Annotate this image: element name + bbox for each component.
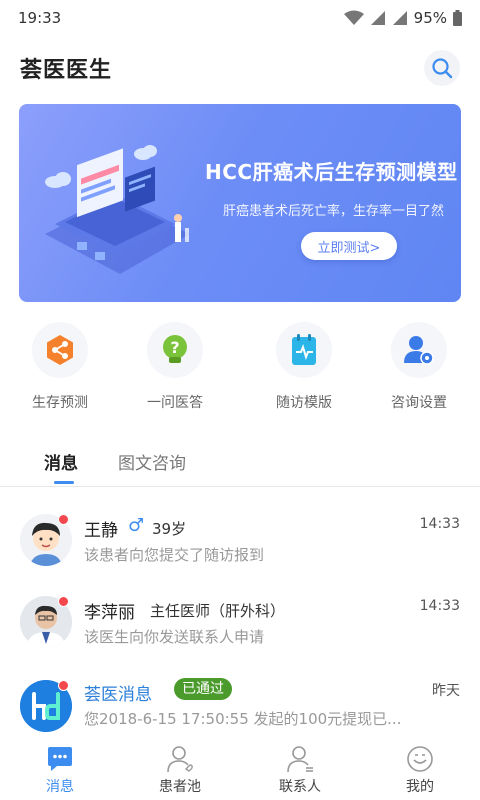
battery-percent: 95% <box>413 9 447 27</box>
message-sender: 李萍丽 <box>84 603 135 623</box>
list-item[interactable]: 荟医消息 已通过 昨天 您2018-6-15 17:50:55 发起的100元提… <box>0 664 480 744</box>
bottom-nav: 消息 患者池 联系人 我的 <box>0 740 480 800</box>
shortcut-ask-doctor[interactable]: ? 一问医答 <box>125 322 225 412</box>
nav-contacts[interactable]: 联系人 <box>240 740 360 800</box>
share-nodes-icon <box>47 335 73 365</box>
chat-icon <box>48 747 72 771</box>
nav-label: 联系人 <box>279 779 321 795</box>
message-time: 昨天 <box>432 683 460 699</box>
nav-label: 消息 <box>46 779 74 795</box>
list-item[interactable]: 王静 ♂ 39岁 14:33 该患者向您提交了随访报到 <box>0 500 480 580</box>
wifi-icon <box>343 10 364 25</box>
status-time: 19:33 <box>18 9 62 27</box>
battery-icon <box>453 10 462 26</box>
user-gear-icon <box>404 336 434 365</box>
message-preview: 该患者向您提交了随访报到 <box>84 546 265 564</box>
contacts-icon <box>287 746 313 773</box>
app-header: 荟医医生 <box>0 40 480 96</box>
shortcut-survival-prediction[interactable]: 生存预测 <box>10 322 110 412</box>
list-item[interactable]: 李萍丽 主任医师（肝外科） 14:33 该医生向你发送联系人申请 <box>0 582 480 662</box>
shortcut-icon-bg <box>391 322 447 378</box>
shortcut-grid: 生存预测 ? 一问医答 随访模版 咨询设置 <box>0 322 480 422</box>
status-icons: 95% <box>343 9 462 27</box>
unread-dot <box>58 680 69 691</box>
banner-subtitle: 肝癌患者术后死亡率，生存率一目了然 <box>223 204 445 219</box>
patient-icon <box>167 746 193 773</box>
nav-label: 患者池 <box>159 779 201 795</box>
message-time: 14:33 <box>419 598 460 614</box>
data-center-illustration <box>45 145 190 274</box>
unread-dot <box>58 514 69 525</box>
banner-title: HCC肝癌术后生存预测模型 <box>205 160 458 184</box>
shortcut-icon-bg <box>276 322 332 378</box>
search-button[interactable] <box>424 50 460 86</box>
nav-profile[interactable]: 我的 <box>360 740 480 800</box>
shortcut-consult-settings[interactable]: 咨询设置 <box>369 322 469 412</box>
nav-patient-pool[interactable]: 患者池 <box>120 740 240 800</box>
shortcut-label: 一问医答 <box>147 395 203 411</box>
profile-icon <box>407 746 433 772</box>
tab-indicator <box>54 481 74 484</box>
message-preview: 该医生向你发送联系人申请 <box>84 628 265 646</box>
shortcut-icon-bg: ? <box>147 322 203 378</box>
nav-messages[interactable]: 消息 <box>0 740 120 800</box>
test-now-button[interactable]: 立即测试> <box>301 232 397 260</box>
status-bar: 19:33 95% <box>0 0 480 36</box>
nav-label: 我的 <box>406 779 434 795</box>
signal-icon-2 <box>392 11 407 25</box>
message-time: 14:33 <box>419 516 460 532</box>
shortcut-label: 随访模版 <box>276 395 332 411</box>
signal-icon <box>370 11 385 25</box>
message-tabs: 消息 图文咨询 <box>0 445 480 487</box>
message-preview: 您2018-6-15 17:50:55 发起的100元提现已... <box>84 710 402 728</box>
unread-dot <box>58 596 69 607</box>
status-badge: 已通过 <box>174 678 232 700</box>
search-icon <box>432 58 453 79</box>
shortcut-followup-template[interactable]: 随访模版 <box>254 322 354 412</box>
tab-messages[interactable]: 消息 <box>44 449 78 474</box>
patient-age: 39岁 <box>152 520 187 538</box>
shortcut-label: 咨询设置 <box>391 395 447 411</box>
message-sender: 王静 <box>84 521 118 541</box>
page-title: 荟医医生 <box>20 58 113 83</box>
clipboard-pulse-icon <box>292 334 316 365</box>
question-bulb-icon: ? <box>163 335 187 363</box>
shortcut-icon-bg <box>32 322 88 378</box>
doctor-title: 主任医师（肝外科） <box>150 602 286 620</box>
promo-banner[interactable]: HCC肝癌术后生存预测模型 肝癌患者术后死亡率，生存率一目了然 立即测试> <box>19 104 461 302</box>
gender-male-icon: ♂ <box>128 515 145 536</box>
shortcut-label: 生存预测 <box>32 395 88 411</box>
message-sender: 荟医消息 <box>84 685 152 705</box>
svg-text:?: ? <box>170 338 179 357</box>
tab-consultation[interactable]: 图文咨询 <box>118 449 186 474</box>
